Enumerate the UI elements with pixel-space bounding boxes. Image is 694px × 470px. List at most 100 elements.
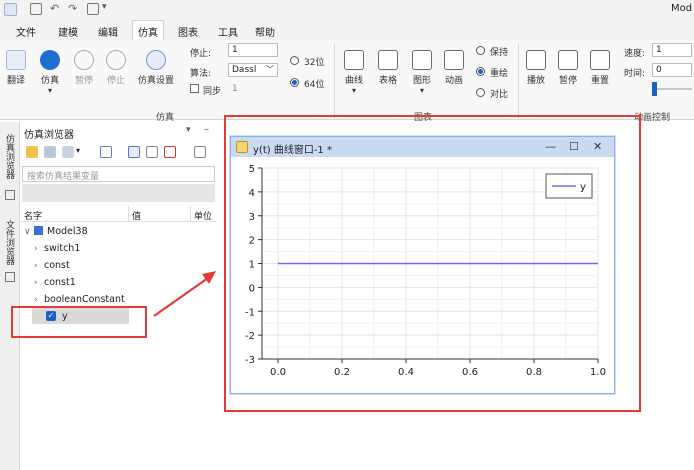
import-icon[interactable] [44,146,56,158]
ribbon-separator [518,44,519,118]
plot-window-titlebar[interactable]: y(t) 曲线窗口-1 * — ☐ ✕ [231,137,614,157]
speed-input[interactable]: 1 [652,43,692,57]
stop-icon [106,50,126,70]
stop-button[interactable]: 停止 [102,50,130,86]
play-button[interactable]: 播放 [522,50,550,86]
translate-button[interactable]: 翻译 [2,50,30,86]
menu-edit[interactable]: 编辑 [98,24,118,39]
y-tick-label: 1 [249,260,255,271]
graphic-button[interactable]: 图形 ▾ [408,50,436,95]
close-icon[interactable]: ✕ [593,140,602,153]
curve-dropdown-icon[interactable]: ▾ [340,86,368,95]
y-tick-label: 0 [249,283,255,294]
side-tab-strip: 仿真浏览器 文件浏览器 [0,122,20,470]
filter-bar[interactable] [22,184,215,202]
animation-button[interactable]: 动画 [440,50,468,86]
simulate-button[interactable]: 仿真 ▾ [36,50,64,95]
table-icon [378,50,398,70]
tree-item-const[interactable]: › const [34,260,70,271]
tree-item-booleanconstant[interactable]: › booleanConstant [34,294,125,305]
y-tick-label: -1 [245,307,255,318]
reset-button[interactable]: 重置 [586,50,614,86]
sync-value: 1 [232,84,238,94]
radio-compare[interactable] [476,88,485,97]
x-tick-label: 0.0 [270,367,286,378]
legend-label: y [580,182,586,193]
redo-icon[interactable]: ↷ [68,2,77,15]
chevron-right-icon[interactable]: › [34,278,44,288]
radio-redraw[interactable] [476,67,485,76]
stop-time-input[interactable]: 1 [228,43,278,57]
list-icon[interactable] [146,146,158,158]
chevron-right-icon[interactable]: › [34,244,44,254]
x-tick-label: 0.2 [334,367,350,378]
column-header-unit[interactable]: 单位 [194,209,212,222]
curve-button[interactable]: 曲线 ▾ [340,50,368,95]
minimize-icon[interactable]: — [545,140,556,153]
compare-curve-icon[interactable] [164,146,176,158]
simulate-dropdown-icon[interactable]: ▾ [36,86,64,95]
line-chart[interactable]: -3 -2 -1 0 1 2 3 4 5 0.0 0.2 0.4 0.6 0.8 1.0 y [232,158,613,393]
radio-keep[interactable] [476,46,485,55]
pause-button[interactable]: 暂停 [70,50,98,86]
menu-tools[interactable]: 工具 [218,24,238,39]
column-divider[interactable] [190,206,191,222]
tree-item-const1[interactable]: › const1 [34,277,76,288]
model-icon [34,226,43,235]
browser-toolbar: ▾ [20,142,217,162]
column-headers: 名字 值 单位 [20,206,217,222]
open-folder-icon[interactable] [26,146,38,158]
panel-minimize-icon[interactable]: – [204,124,209,135]
algorithm-select[interactable]: Dassl ﹀ [228,63,278,77]
sim-settings-button[interactable]: 仿真设置 [134,50,178,86]
export-icon[interactable] [62,146,74,158]
menu-chart[interactable]: 图表 [178,24,198,39]
expand-icon[interactable] [194,146,206,158]
plot-curve-icon[interactable] [100,146,112,158]
menu-bar: 文件 建模 编辑 仿真 图表 工具 帮助 [0,20,694,40]
tree-item-switch1[interactable]: › switch1 [34,243,80,254]
ribbon-separator [334,44,335,118]
panel-menu-icon[interactable]: ▾ [186,125,191,135]
browser-title: 仿真浏览器 [24,130,74,141]
time-input[interactable]: 0 [652,63,692,77]
sync-checkbox[interactable] [190,84,199,93]
y-tick-label: 5 [249,164,255,175]
tree-root-model[interactable]: ∨ Model38 [24,226,88,237]
save-all-icon[interactable] [87,3,99,15]
undo-icon[interactable]: ↶ [50,2,59,15]
save-icon[interactable] [30,3,42,15]
maximize-icon[interactable]: ☐ [569,140,579,153]
menu-help[interactable]: 帮助 [255,24,275,39]
variable-search-input[interactable]: 搜索仿真结果变量 [22,166,215,182]
radio-32bit[interactable] [290,56,299,65]
x-tick-label: 1.0 [590,367,606,378]
annotation-arrow-icon [153,271,216,317]
table-button[interactable]: 表格 [374,50,402,86]
sync-label: 同步 [203,87,222,97]
chevron-down-icon[interactable]: ∨ [24,227,34,237]
column-header-name[interactable]: 名字 [24,209,42,222]
chevron-right-icon[interactable]: › [34,261,44,271]
curve-active-icon[interactable] [128,146,140,158]
anim-pause-button[interactable]: 暂停 [554,50,582,86]
export-dropdown-icon[interactable]: ▾ [76,146,80,155]
tab-file-browser[interactable]: 文件浏览器 [3,220,16,265]
menu-file[interactable]: 文件 [16,24,36,39]
menu-simulation[interactable]: 仿真 [132,20,164,40]
tab-sim-browser[interactable]: 仿真浏览器 [3,134,16,179]
radio-64bit[interactable] [290,78,299,87]
graphic-dropdown-icon[interactable]: ▾ [408,86,436,95]
y-tick-label: 3 [249,212,255,223]
menu-model[interactable]: 建模 [58,24,78,39]
chart-legend[interactable]: y [545,173,593,199]
column-header-value[interactable]: 值 [132,209,141,222]
quick-access-dropdown-icon[interactable]: ▾ [102,2,107,12]
translate-icon [6,50,26,70]
time-slider-track[interactable] [657,88,692,90]
x-tick-label: 0.8 [526,367,542,378]
reset-film-icon [590,50,610,70]
column-divider[interactable] [128,206,129,222]
chevron-right-icon[interactable]: › [34,295,44,305]
speed-label: 速度: [624,49,646,59]
